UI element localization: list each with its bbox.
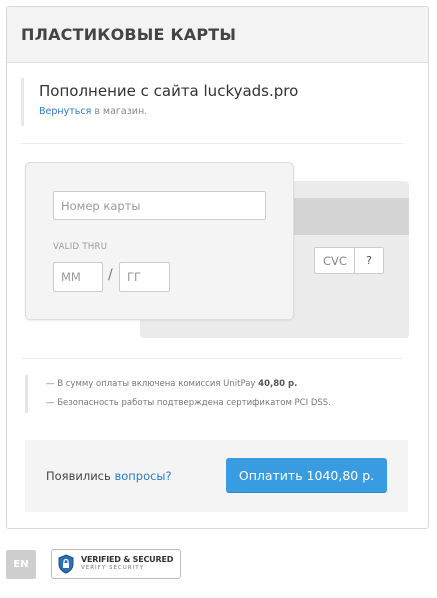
merchant-name: Пополнение с сайта luckyads.pro xyxy=(39,82,299,100)
pay-button[interactable]: Оплатить 1040,80 р. xyxy=(226,458,387,493)
expiry-month-input[interactable]: ММ xyxy=(53,262,103,292)
payment-footer: Появились вопросы? Оплатить 1040,80 р. xyxy=(25,440,408,512)
divider-top xyxy=(21,143,403,144)
back-to-shop-link[interactable]: Вернуться xyxy=(39,106,91,117)
security-note: — Безопасность работы подтверждена серти… xyxy=(46,398,331,408)
card-front: Номер карты VALID THRU ММ / ГГ xyxy=(25,162,294,320)
cvc-input[interactable]: CVC xyxy=(314,247,356,274)
badge-line2: VERIFY SECURITY xyxy=(81,565,144,571)
lock-shield-icon xyxy=(58,554,74,574)
commission-text: — В сумму оплаты включена комиссия UnitP… xyxy=(46,379,259,389)
language-switch[interactable]: EN xyxy=(6,550,36,579)
panel-header: ПЛАСТИКОВЫЕ КАРТЫ xyxy=(7,7,428,63)
back-suffix: в магазин. xyxy=(91,106,148,117)
payment-notes: — В сумму оплаты включена комиссия UnitP… xyxy=(25,375,331,413)
questions-prefix: Появились xyxy=(46,469,115,483)
card-number-input[interactable]: Номер карты xyxy=(53,191,266,220)
questions-line: Появились вопросы? xyxy=(46,469,172,483)
expiry-slash: / xyxy=(108,267,113,283)
commission-amount: 40,80 р. xyxy=(258,379,298,389)
cvc-help-button[interactable]: ? xyxy=(354,247,384,274)
commission-note: — В сумму оплаты включена комиссия UnitP… xyxy=(46,375,331,394)
merchant-info: Пополнение с сайта luckyads.pro Вернутьс… xyxy=(21,78,298,126)
page-title: ПЛАСТИКОВЫЕ КАРТЫ xyxy=(21,25,237,44)
back-line: Вернуться в магазин. xyxy=(39,106,298,117)
divider-bottom xyxy=(21,358,403,359)
badge-text: VERIFIED & SECURED VERIFY SECURITY xyxy=(81,555,173,573)
verified-secured-badge: VERIFIED & SECURED VERIFY SECURITY xyxy=(51,549,181,579)
expiry-year-input[interactable]: ГГ xyxy=(119,262,170,292)
valid-thru-label: VALID THRU xyxy=(53,242,108,252)
badge-line1: VERIFIED & SECURED xyxy=(81,555,174,564)
questions-link[interactable]: вопросы? xyxy=(114,469,171,483)
